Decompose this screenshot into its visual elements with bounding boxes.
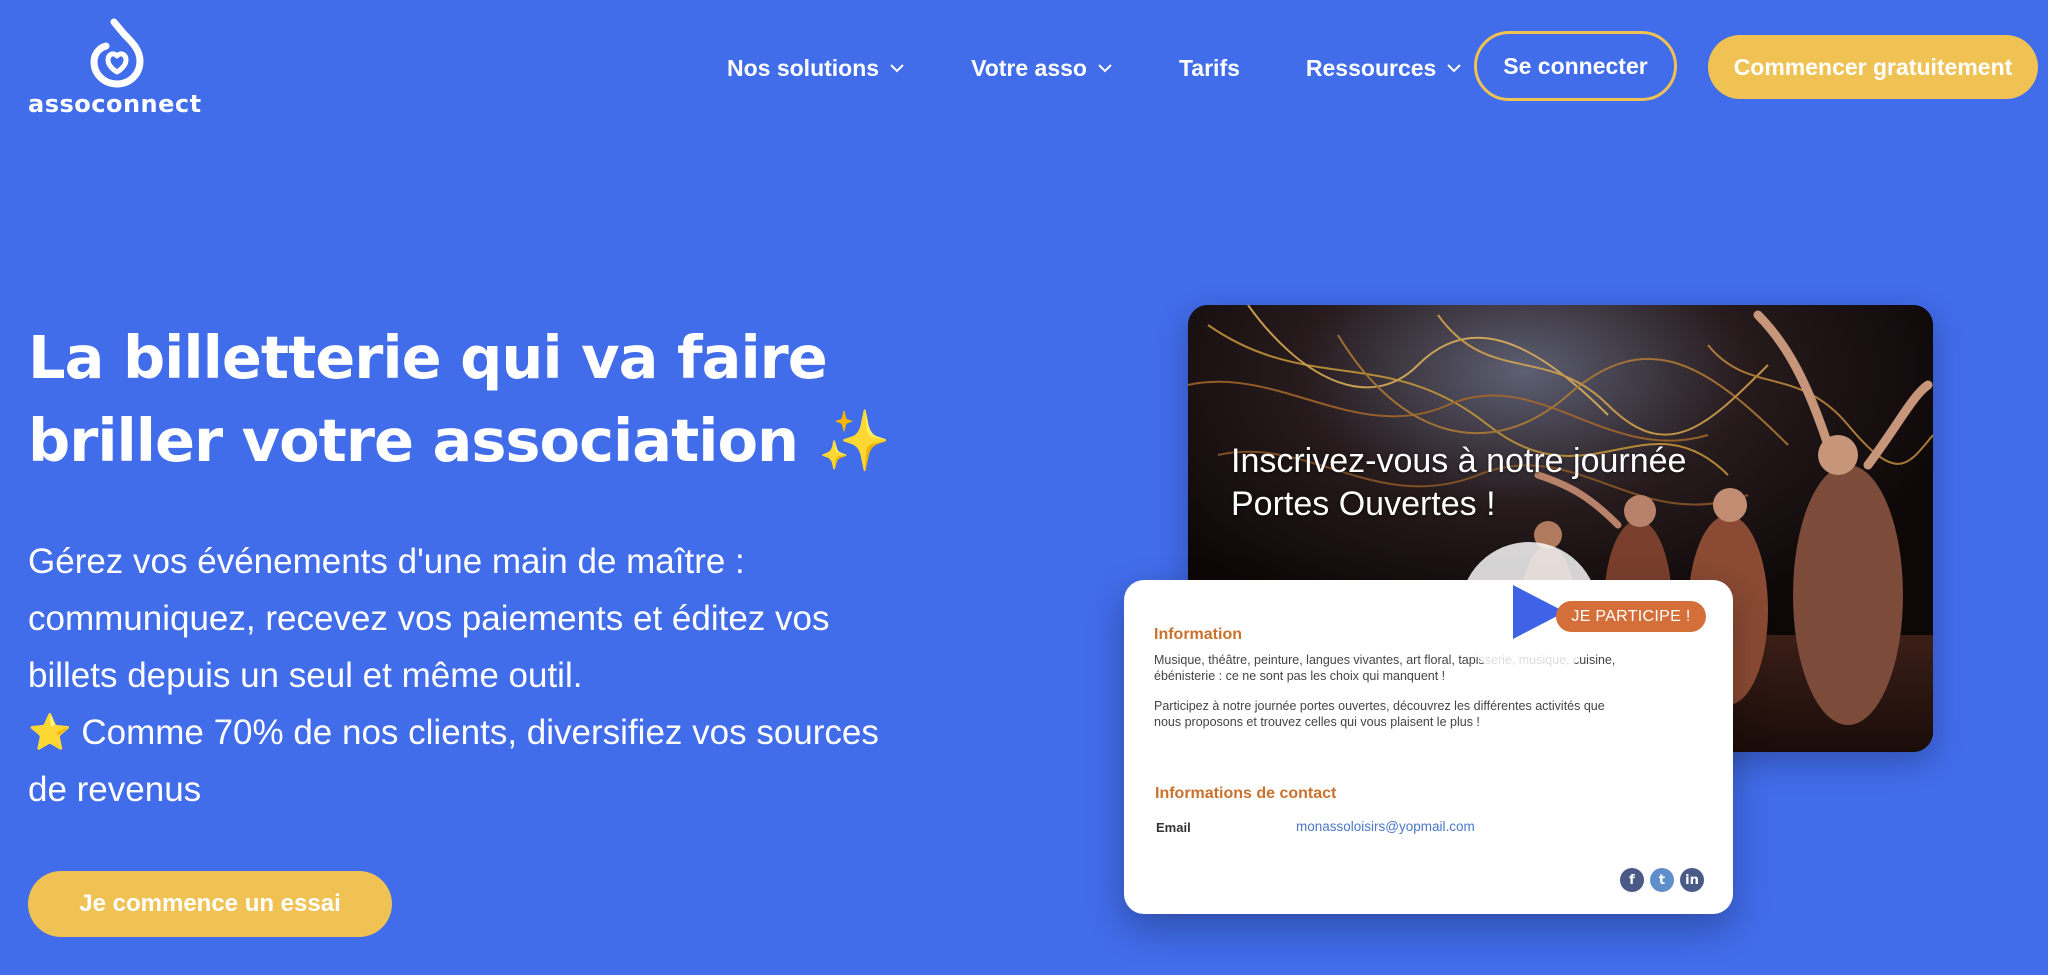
chevron-down-icon <box>890 64 904 73</box>
facebook-icon[interactable]: f <box>1620 868 1644 892</box>
hero-title: La billetterie qui va faire briller votr… <box>28 316 928 482</box>
hero-title-line2: briller votre association <box>28 406 799 475</box>
chevron-down-icon <box>1098 64 1112 73</box>
hero-title-line1: La billetterie qui va faire <box>28 323 828 392</box>
heart-drop-logo-icon <box>90 18 144 88</box>
email-label: Email <box>1156 820 1191 835</box>
linkedin-icon[interactable]: in <box>1680 868 1704 892</box>
main-nav: Nos solutions Votre asso Tarifs Ressourc… <box>727 48 1462 88</box>
assoconnect-logo[interactable]: assoconnect <box>28 18 204 118</box>
nav-item-tarifs[interactable]: Tarifs <box>1179 55 1240 82</box>
photo-title-line1: Inscrivez-vous à notre journée <box>1231 442 1687 480</box>
photo-title-line2: Portes Ouvertes ! <box>1231 485 1496 523</box>
info-paragraph-line: nous proposons et trouvez celles qui vou… <box>1154 715 1480 729</box>
photo-title: Inscrivez-vous à notre journée Portes Ou… <box>1231 440 1851 526</box>
social-links: f t in <box>1620 868 1704 892</box>
hero-description-line: billets depuis un seul et même outil. <box>28 656 583 695</box>
star-icon: ⭐ <box>28 713 72 752</box>
info-paragraph-line: ébénisterie : ce ne sont pas les choix q… <box>1154 669 1446 683</box>
brand-name: assoconnect <box>28 90 202 118</box>
nav-item-votre-asso[interactable]: Votre asso <box>971 55 1113 82</box>
hero-highlight-line2: de revenus <box>28 770 202 809</box>
twitter-icon[interactable]: t <box>1650 868 1674 892</box>
sparkles-icon: ✨ <box>817 406 891 475</box>
hero-highlight-line1: Comme 70% de nos clients, diversifiez vo… <box>81 713 879 752</box>
participate-badge[interactable]: JE PARTICIPE ! <box>1556 601 1706 632</box>
start-trial-button[interactable]: Je commence un essai <box>28 871 392 937</box>
start-free-button[interactable]: Commencer gratuitement <box>1708 35 2038 99</box>
hero-description-line: Gérez vos événements d'une main de maîtr… <box>28 542 745 581</box>
chevron-down-icon <box>1447 64 1462 73</box>
login-button[interactable]: Se connecter <box>1474 31 1677 101</box>
hero-description: Gérez vos événements d'une main de maîtr… <box>28 533 958 704</box>
hero-description-line: communiquez, recevez vos paiements et éd… <box>28 599 830 638</box>
nav-item-label: Votre asso <box>971 54 1087 81</box>
info-heading: Information <box>1154 626 1242 643</box>
nav-item-nos-solutions[interactable]: Nos solutions <box>727 55 905 82</box>
email-link[interactable]: monassoloisirs@yopmail.com <box>1296 819 1475 834</box>
contact-heading: Informations de contact <box>1155 785 1337 802</box>
nav-item-label: Tarifs <box>1178 54 1240 81</box>
nav-item-label: Nos solutions <box>727 54 880 81</box>
nav-item-ressources[interactable]: Ressources <box>1306 55 1462 82</box>
info-paragraph-line: Participez à notre journée portes ouvert… <box>1154 699 1605 713</box>
nav-item-label: Ressources <box>1305 54 1437 81</box>
info-paragraph: Participez à notre journée portes ouvert… <box>1154 698 1654 730</box>
hero-highlight: ⭐ Comme 70% de nos clients, diversifiez … <box>28 704 958 818</box>
